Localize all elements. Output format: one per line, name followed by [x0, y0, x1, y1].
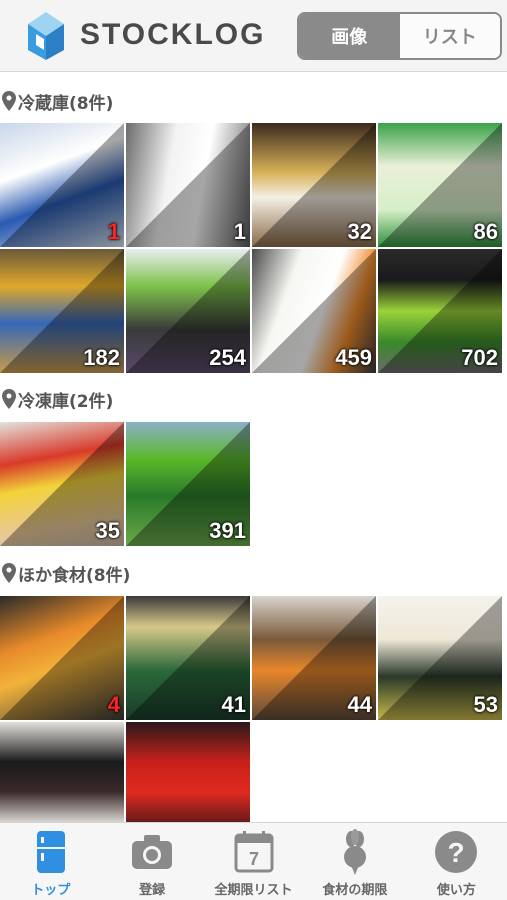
- remaining-days-count: 459: [335, 345, 372, 370]
- remaining-days-count: 4: [107, 692, 120, 717]
- tab-label: トップ: [31, 883, 71, 898]
- image-view-button[interactable]: 画像: [299, 14, 400, 58]
- remaining-days-count: 1: [107, 219, 120, 244]
- tile-shade: [0, 596, 124, 720]
- food-tile[interactable]: 4: [0, 596, 124, 720]
- remaining-days-count: 53: [473, 692, 498, 717]
- tab-all-expiry-list[interactable]: 7 全期限リスト: [203, 823, 304, 900]
- remaining-days-count: 182: [83, 345, 120, 370]
- food-tile[interactable]: 86: [378, 123, 502, 247]
- remaining-days-count: 35: [95, 518, 120, 543]
- tab-food-expiry[interactable]: 食材の期限: [304, 823, 405, 900]
- radish-icon: [343, 829, 366, 875]
- remaining-days-count: 391: [209, 518, 246, 543]
- tile-shade: [0, 123, 124, 247]
- help-icon: ?: [435, 831, 478, 873]
- section-heading-label: 冷凍庫(2件): [18, 391, 114, 412]
- section-heading-label: ほか食材(8件): [18, 565, 131, 586]
- app-title: STOCKLOG: [80, 18, 266, 51]
- app-header: STOCKLOG 画像 リスト: [0, 0, 507, 72]
- location-pin-icon: [2, 389, 16, 409]
- tab-label: 登録: [139, 883, 166, 898]
- remaining-days-count: 254: [209, 345, 246, 370]
- section-heading-freezer: 冷凍庫(2件): [2, 384, 113, 414]
- food-photo: [0, 722, 124, 822]
- section-heading-fridge: 冷蔵庫(8件): [2, 86, 113, 116]
- bottom-tab-bar: トップ 登録 7 全期限リスト 食材の期限 ? 使い方: [0, 822, 507, 900]
- food-photo: [126, 722, 250, 822]
- camera-icon: [132, 835, 173, 869]
- food-tile[interactable]: 35: [0, 422, 124, 546]
- tab-label: 全期限リスト: [214, 883, 293, 898]
- remaining-days-count: 44: [347, 692, 372, 717]
- tab-label: 食材の期限: [322, 883, 388, 898]
- food-tile[interactable]: 459: [252, 249, 376, 373]
- tab-label: 使い方: [436, 883, 476, 898]
- food-tile[interactable]: 1: [0, 123, 124, 247]
- location-pin-icon: [2, 563, 16, 583]
- food-tile[interactable]: 391: [126, 422, 250, 546]
- tile-shade: [126, 123, 250, 247]
- remaining-days-count: 32: [347, 219, 372, 244]
- location-pin-icon: [2, 91, 16, 111]
- food-tile[interactable]: 1: [126, 123, 250, 247]
- calendar-day-text: 7: [249, 849, 259, 869]
- food-tile[interactable]: 182: [0, 249, 124, 373]
- section-heading-label: 冷蔵庫(8件): [18, 93, 114, 114]
- remaining-days-count: 702: [461, 345, 498, 370]
- section-heading-other: ほか食材(8件): [2, 558, 130, 588]
- fridge-icon: [36, 831, 65, 873]
- help-mark-text: ?: [448, 837, 465, 868]
- milk-carton-logo-icon: [28, 12, 64, 60]
- view-toggle: 画像 リスト: [297, 12, 502, 60]
- food-tile[interactable]: 53: [378, 596, 502, 720]
- remaining-days-count: 41: [221, 692, 246, 717]
- remaining-days-count: 86: [473, 219, 498, 244]
- food-tile[interactable]: 41: [126, 596, 250, 720]
- food-tile[interactable]: 44: [252, 596, 376, 720]
- food-tile[interactable]: 702: [378, 249, 502, 373]
- calendar-icon: 7: [234, 831, 274, 873]
- food-tile[interactable]: [0, 722, 124, 822]
- remaining-days-count: 1: [233, 219, 246, 244]
- tab-register[interactable]: 登録: [101, 823, 202, 900]
- food-tile[interactable]: [126, 722, 250, 822]
- tab-how-to-use[interactable]: ? 使い方: [406, 823, 507, 900]
- tab-top[interactable]: トップ: [0, 823, 101, 900]
- food-tile[interactable]: 254: [126, 249, 250, 373]
- food-tile[interactable]: 32: [252, 123, 376, 247]
- list-view-button[interactable]: リスト: [399, 14, 500, 58]
